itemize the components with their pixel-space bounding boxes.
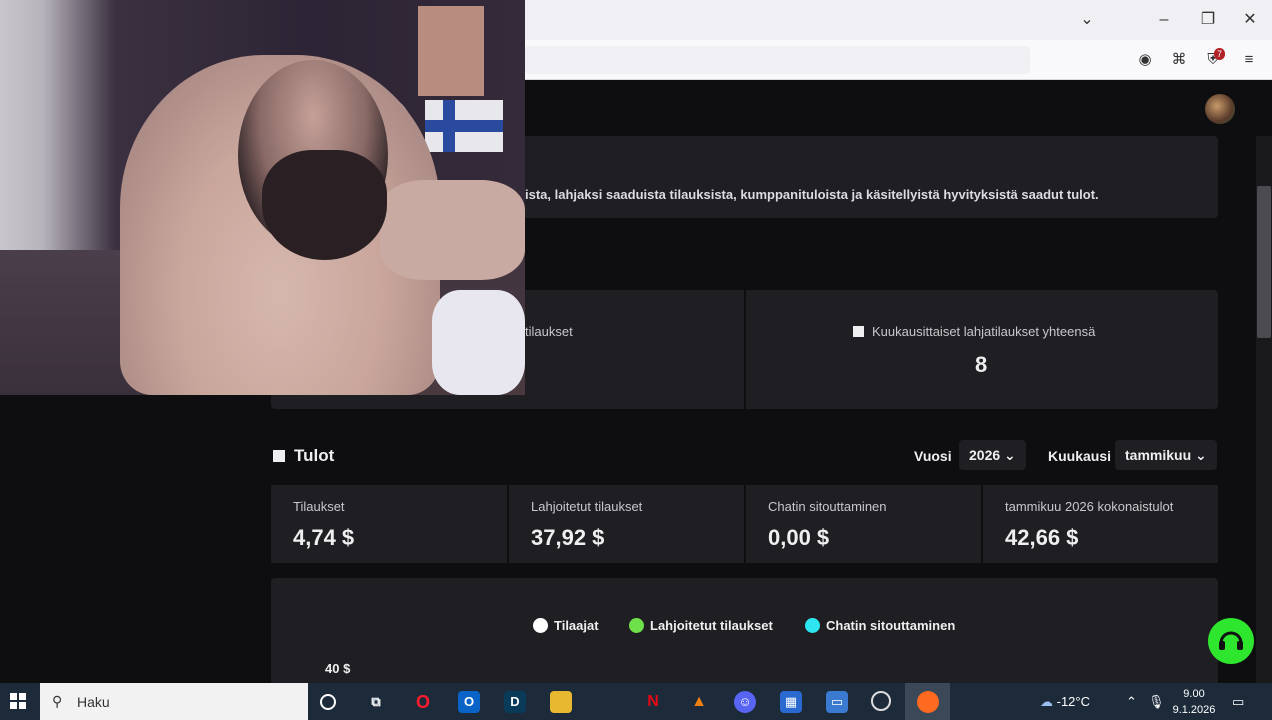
vlc-icon[interactable]: ▲	[688, 691, 710, 713]
hamburger-menu-icon[interactable]: ≡	[1239, 50, 1259, 70]
stat-label: tammikuu 2026 kokonaistulot	[1005, 499, 1174, 514]
stat-label: Tilaukset	[293, 499, 345, 514]
user-avatar[interactable]	[1205, 94, 1235, 124]
windows-start-button[interactable]	[10, 693, 26, 709]
legend-dot	[533, 618, 548, 633]
file-explorer-icon[interactable]	[550, 691, 572, 713]
revenue-chart: Tilaajat Lahjoitetut tilaukset Chatin si…	[271, 578, 1218, 683]
system-clock[interactable]: 9.00 9.1.2026	[1172, 686, 1216, 718]
month-label: Kuukausi	[1048, 448, 1112, 464]
stat-card-subscriptions: Tilaukset 4,74 $	[271, 485, 507, 563]
stat-value: 0,00 $	[768, 525, 830, 550]
discord-icon[interactable]: ☺	[734, 691, 756, 713]
opera-icon[interactable]: O	[412, 691, 434, 713]
revenue-title: Tulot	[294, 446, 335, 465]
webcam-pillow	[432, 290, 525, 395]
extension-badge: 7	[1214, 48, 1226, 60]
revenue-info-text: ista, lahjaksi saaduista tilauksista, ku…	[525, 187, 1099, 202]
close-window-button[interactable]: ✕	[1238, 8, 1262, 32]
bar-chart-icon	[273, 450, 285, 462]
legend-dot	[805, 618, 820, 633]
list-all-tabs-chevron-icon[interactable]: ⌄	[1075, 8, 1099, 32]
headset-icon	[1219, 631, 1243, 650]
stat-value: 4,74 $	[293, 525, 355, 550]
year-select[interactable]: 2026 ⌄	[959, 440, 1026, 470]
search-placeholder: Haku	[77, 694, 110, 710]
stat-card-total-revenue: tammikuu 2026 kokonaistulot 42,66 $	[983, 485, 1218, 563]
webcam-person-arm	[380, 180, 525, 280]
monthly-gift-subs-label: Kuukausittaiset lahjatilaukset yhteensä	[853, 324, 1095, 339]
windows-taskbar: ⚲ Haku ⧉ O O D N ▲ ☺ ▦ ▭ ☁ -12°C ⌃ 🎙 9.0…	[0, 683, 1272, 720]
obs-studio-icon[interactable]	[871, 691, 891, 711]
y-axis-tick-label: 40 $	[325, 661, 351, 676]
url-bar[interactable]	[525, 46, 1030, 74]
stat-value: 42,66 $	[1005, 525, 1079, 550]
search-icon: ⚲	[52, 693, 63, 709]
cortana-icon[interactable]	[320, 694, 336, 710]
taskbar-search-box[interactable]: ⚲ Haku	[40, 683, 308, 720]
year-label: Vuosi	[914, 448, 952, 464]
webcam-flag	[425, 100, 503, 152]
clock-date: 9.1.2026	[1172, 704, 1216, 716]
outlook-icon[interactable]: O	[458, 691, 480, 713]
gift-subs-left-label: tilaukset	[525, 324, 573, 339]
account-icon[interactable]: ◉	[1135, 50, 1155, 70]
microphone-icon[interactable]: 🎙	[1148, 694, 1165, 710]
webcam-poster	[418, 6, 484, 96]
stat-card-chat-engagement: Chatin sitouttaminen 0,00 $	[746, 485, 981, 563]
monthly-gift-subs-value: 8	[975, 352, 988, 377]
webcam-person-beard	[262, 150, 387, 260]
stat-label: Lahjoitetut tilaukset	[531, 499, 643, 514]
stat-value: 37,92 $	[531, 525, 605, 550]
stat-label: Chatin sitouttaminen	[768, 499, 887, 514]
remote-desktop-icon[interactable]: ▭	[826, 691, 848, 713]
support-headset-button[interactable]	[1208, 618, 1254, 664]
netflix-icon[interactable]: N	[642, 691, 664, 713]
bar-chart-icon	[853, 326, 864, 337]
revenue-stats: Tilaukset 4,74 $ Lahjoitetut tilaukset 3…	[271, 485, 1218, 563]
legend-item-gifted-subs[interactable]: Lahjoitetut tilaukset	[629, 618, 773, 633]
restore-window-button[interactable]: ❐	[1196, 8, 1220, 32]
notification-center-icon[interactable]: ▭	[1232, 694, 1244, 710]
scrollbar-thumb[interactable]	[1257, 186, 1271, 338]
chevron-down-icon: ⌄	[1004, 447, 1016, 463]
legend-item-chat-engagement[interactable]: Chatin sitouttaminen	[805, 618, 955, 633]
cloud-icon: ☁	[1040, 694, 1053, 709]
minimize-window-button[interactable]: –	[1152, 8, 1176, 32]
legend-item-subscribers[interactable]: Tilaajat	[533, 618, 599, 633]
stat-card-gifted-subs: Lahjoitetut tilaukset 37,92 $	[509, 485, 744, 563]
webcam-overlay	[0, 0, 525, 395]
divider	[744, 290, 746, 409]
microsoft-store-icon[interactable]: ▦	[780, 691, 802, 713]
clock-time: 9.00	[1183, 688, 1205, 700]
weather-widget[interactable]: ☁ -12°C	[1040, 694, 1090, 710]
month-select[interactable]: tammikuu ⌄	[1115, 440, 1217, 470]
disney-plus-icon[interactable]: D	[504, 691, 526, 713]
legend-dot	[629, 618, 644, 633]
firefox-icon[interactable]	[917, 691, 939, 713]
show-hidden-icons-chevron-icon[interactable]: ⌃	[1126, 694, 1137, 710]
revenue-header: Tulot Vuosi 2026 ⌄ Kuukausi tammikuu ⌄	[271, 440, 1218, 474]
task-view-icon[interactable]: ⧉	[365, 691, 387, 713]
extensions-puzzle-icon[interactable]: ⌘	[1169, 50, 1189, 70]
chevron-down-icon: ⌄	[1195, 447, 1207, 463]
